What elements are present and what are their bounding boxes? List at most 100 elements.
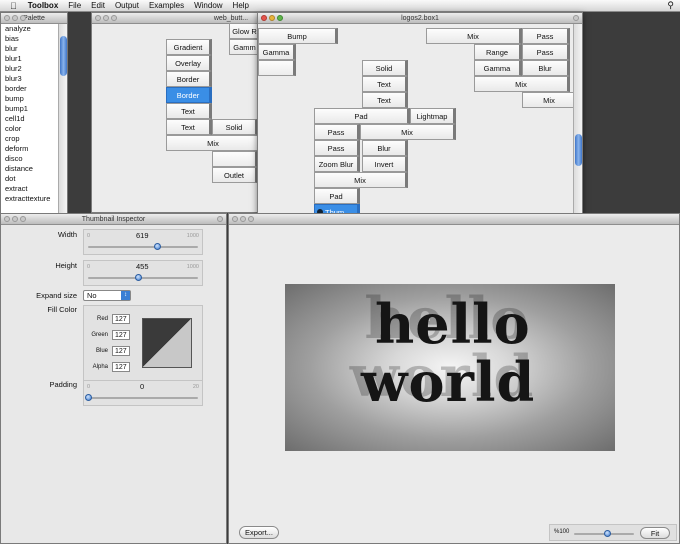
palette-item[interactable]: deform [1,144,59,154]
height-slider-knob[interactable] [135,274,143,281]
node-text[interactable]: Text [166,119,212,135]
toolbar-toggle-icon[interactable] [217,216,223,222]
window-controls-icon[interactable] [95,15,117,21]
alpha-field[interactable]: 127 [112,362,130,372]
width-label: Width [57,230,77,239]
node-text[interactable]: Text [362,92,408,108]
logos-window-titlebar[interactable]: logos2.box1 [258,13,582,24]
palette-scrollbar[interactable] [58,24,67,213]
node-pass[interactable]: Pass [522,44,570,60]
node-pad[interactable]: Pad [314,108,410,124]
palette-item[interactable]: distance [1,164,59,174]
node-mix[interactable]: Mix [360,124,456,140]
palette-titlebar[interactable]: Palette [1,13,67,24]
toolbar-toggle-icon[interactable] [573,15,579,21]
color-swatch[interactable] [142,318,192,368]
node-invert[interactable]: Invert [362,156,408,172]
export-button[interactable]: Export... [239,526,279,539]
palette-item[interactable]: bias [1,34,59,44]
node-pass[interactable]: Pass [522,28,570,44]
palette-item[interactable]: blur1 [1,54,59,64]
height-track[interactable] [88,277,198,279]
node-zoom-blur[interactable]: Zoom Blur [314,156,360,172]
menu-edit[interactable]: Edit [86,1,110,10]
fit-button[interactable]: Fit [640,527,670,539]
preview-image: hello hello world world [285,284,615,451]
node-text[interactable]: Text [362,76,408,92]
menu-window[interactable]: Window [189,1,227,10]
blue-field[interactable]: 127 [112,346,130,356]
menu-app[interactable]: Toolbox [23,1,64,10]
window-controls-icon[interactable] [232,216,254,222]
node-range[interactable]: Range [474,44,522,60]
logos-vscroll-thumb[interactable] [575,134,582,166]
node-gamma[interactable]: Gamma [258,44,296,60]
node-gamma[interactable]: Gamma [474,60,522,76]
node-empty[interactable] [258,60,296,76]
palette-window: Palette analyze bias blur blur1 blur2 blur3 bo… [0,12,68,214]
palette-item[interactable]: color [1,124,59,134]
node-border-selected[interactable]: Border [166,87,212,103]
width-max: 1000 [186,233,199,239]
padding-label: Padding [49,380,77,389]
palette-item[interactable]: cell1d [1,114,59,124]
width-track[interactable] [88,246,198,248]
palette-item[interactable]: bump [1,94,59,104]
zoom-label: %100 [554,529,570,535]
width-slider-knob[interactable] [153,243,161,250]
palette-item[interactable]: extract [1,184,59,194]
node-border[interactable]: Border [166,71,212,87]
logos-vertical-scrollbar[interactable] [573,24,582,221]
node-lightmap[interactable]: Lightmap [410,108,456,124]
palette-item[interactable]: blur3 [1,74,59,84]
node-mix[interactable]: Mix [426,28,522,44]
expand-size-select[interactable]: No ↕ [83,290,131,301]
palette-item[interactable]: disco [1,154,59,164]
palette-item[interactable]: extracttexture [1,194,59,204]
palette-item[interactable]: border [1,84,59,94]
spotlight-search-icon[interactable]: ⚲ [667,0,674,11]
menu-output[interactable]: Output [110,1,144,10]
node-pass[interactable]: Pass [314,140,360,156]
node-solid[interactable]: Solid [212,119,258,135]
node-pass[interactable]: Pass [314,124,360,140]
red-field[interactable]: 127 [112,314,130,324]
palette-item[interactable]: crop [1,134,59,144]
padding-track[interactable] [88,397,198,399]
node-overlay[interactable]: Overlay [166,55,212,71]
menu-help[interactable]: Help [228,1,254,10]
window-controls-icon[interactable] [4,216,26,222]
preview-titlebar[interactable] [229,214,679,225]
node-solid[interactable]: Solid [362,60,408,76]
node-blur[interactable]: Blur [522,60,570,76]
inspector-titlebar[interactable]: Thumbnail Inspector [1,214,226,225]
menu-examples[interactable]: Examples [144,1,189,10]
node-blur[interactable]: Blur [362,140,408,156]
palette-item[interactable]: blur [1,44,59,54]
node-mix[interactable]: Mix [474,76,570,92]
node-outlet[interactable]: Outlet [212,167,258,183]
node-text[interactable]: Text [166,103,212,119]
window-controls-icon[interactable] [261,15,283,21]
node-pad[interactable]: Pad [314,188,360,204]
image-text-world: world [361,350,536,414]
red-label: Red [96,316,108,322]
node-gradient[interactable]: Gradient [166,39,212,55]
palette-item[interactable]: bump1 [1,104,59,114]
palette-item[interactable]: blur2 [1,64,59,74]
apple-icon[interactable]:  [0,1,23,11]
green-label: Green [91,332,108,338]
window-controls-icon[interactable] [4,15,26,21]
node-mix[interactable]: Mix [314,172,408,188]
node-bump[interactable]: Bump [258,28,338,44]
palette-item[interactable]: dot [1,174,59,184]
palette-item[interactable]: analyze [1,24,59,34]
palette-scroll-thumb[interactable] [60,36,67,76]
menu-file[interactable]: File [63,1,86,10]
zoom-slider-knob[interactable] [603,530,611,537]
padding-slider-knob[interactable] [84,394,92,401]
node-empty[interactable] [212,151,258,167]
node-mix[interactable]: Mix [166,135,262,151]
node-mix[interactable]: Mix [522,92,578,108]
green-field[interactable]: 127 [112,330,130,340]
